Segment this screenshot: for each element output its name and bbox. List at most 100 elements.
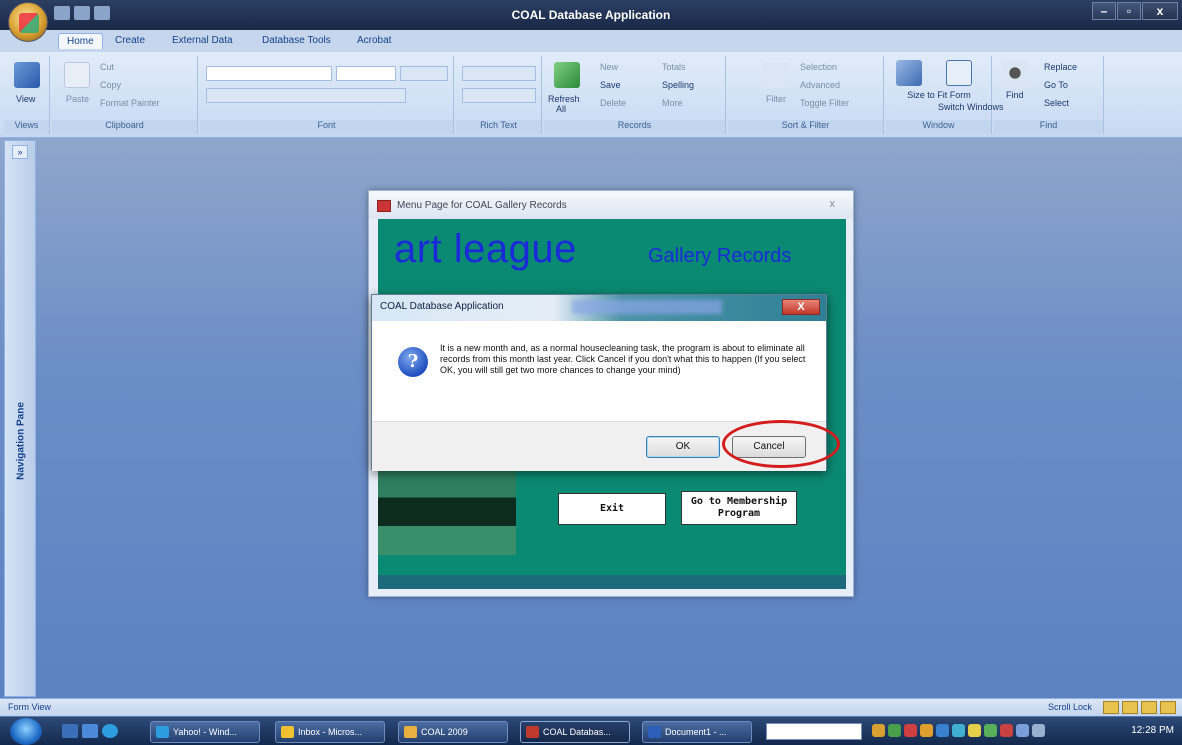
format-painter-button[interactable]: Format Painter [100, 98, 160, 108]
advanced-button[interactable]: Advanced [800, 80, 840, 90]
layout-view-icon[interactable] [1141, 701, 1157, 714]
group-font: Font [200, 56, 454, 134]
tab-create[interactable]: Create [115, 35, 145, 46]
word-icon [648, 726, 661, 738]
binoculars-icon[interactable] [1002, 60, 1028, 86]
font-format-buttons[interactable] [206, 88, 406, 103]
refresh-button[interactable]: Refresh [548, 94, 580, 104]
design-view-icon[interactable] [1160, 701, 1176, 714]
view-icon[interactable] [14, 62, 40, 88]
size-to-fit-button[interactable]: Size to Fit Form [890, 90, 988, 100]
group-label: Records [544, 120, 725, 134]
tab-home[interactable]: Home [58, 33, 103, 49]
tab-external-data[interactable]: External Data [172, 35, 233, 46]
access-icon [526, 726, 539, 738]
navigation-pane[interactable]: » Navigation Pane [4, 140, 36, 697]
start-button[interactable] [10, 718, 42, 745]
tray-icon[interactable] [904, 724, 917, 737]
paste-button[interactable]: Paste [66, 94, 89, 104]
taskbar-clock[interactable]: 12:28 PM [1131, 725, 1174, 736]
new-record-button[interactable]: New [600, 62, 618, 72]
tray-icon[interactable] [920, 724, 933, 737]
taskbar-search-input[interactable] [766, 723, 862, 740]
paste-icon[interactable] [64, 62, 90, 88]
ok-button[interactable]: OK [646, 436, 720, 458]
select-button[interactable]: Select [1044, 98, 1069, 108]
group-views: View Views [4, 56, 50, 134]
font-name-combo[interactable] [206, 66, 332, 81]
taskbar-item-yahoo[interactable]: Yahoo! - Wind... [150, 721, 260, 743]
align-buttons[interactable] [400, 66, 448, 81]
datasheet-view-icon[interactable] [1122, 701, 1138, 714]
group-records: Refresh All New Save Delete Totals Spell… [544, 56, 726, 134]
tray-icon[interactable] [1000, 724, 1013, 737]
size-to-fit-icon[interactable] [896, 60, 922, 86]
save-record-button[interactable]: Save [600, 80, 621, 90]
go-to-button[interactable]: Go To [1044, 80, 1068, 90]
switch-windows-icon[interactable] [82, 724, 98, 738]
form-close-button[interactable]: x [830, 198, 836, 210]
tray-icon[interactable] [936, 724, 949, 737]
tab-database-tools[interactable]: Database Tools [262, 35, 331, 46]
membership-button[interactable]: Go to Membership Program [681, 491, 797, 525]
indent-buttons[interactable] [462, 66, 536, 81]
filter-icon[interactable] [762, 62, 788, 88]
taskbar-item-label: Inbox - Micros... [298, 727, 363, 737]
window-title: COAL Database Application [511, 8, 671, 22]
taskbar: Yahoo! - Wind... Inbox - Micros... COAL … [0, 716, 1182, 745]
group-window: Size to Fit Form Switch Windows Window [886, 56, 1004, 134]
cut-button[interactable]: Cut [100, 62, 114, 72]
minimize-button[interactable]: – [1092, 2, 1116, 20]
group-clipboard: Paste Cut Copy Format Painter Clipboard [52, 56, 198, 134]
more-button[interactable]: More [662, 98, 683, 108]
office-button[interactable] [8, 2, 48, 42]
refresh-sub-label: All [556, 104, 567, 114]
tab-acrobat[interactable]: Acrobat [357, 35, 391, 46]
taskbar-item-label: Document1 - ... [665, 727, 727, 737]
close-button[interactable]: x [1142, 2, 1178, 20]
tray-icon[interactable] [952, 724, 965, 737]
taskbar-item-inbox[interactable]: Inbox - Micros... [275, 721, 385, 743]
selection-button[interactable]: Selection [800, 62, 837, 72]
group-label: Rich Text [456, 120, 541, 134]
tray-icon[interactable] [984, 724, 997, 737]
ribbon-tabs: Home Create External Data Database Tools… [0, 30, 1182, 52]
group-label: Find [994, 120, 1103, 134]
refresh-icon[interactable] [554, 62, 580, 88]
navigation-pane-label: Navigation Pane [15, 402, 27, 480]
volume-icon[interactable] [1032, 724, 1045, 737]
taskbar-item-coal-database[interactable]: COAL Databas... [520, 721, 630, 743]
taskbar-item-label: COAL 2009 [421, 727, 468, 737]
show-desktop-icon[interactable] [62, 724, 78, 738]
spelling-button[interactable]: Spelling [662, 80, 694, 90]
view-button[interactable]: View [16, 94, 35, 104]
maximize-button[interactable]: ▫ [1117, 2, 1141, 20]
ie-icon[interactable] [102, 724, 118, 738]
list-buttons[interactable] [462, 88, 536, 103]
replace-button[interactable]: Replace [1044, 62, 1077, 72]
find-button[interactable]: Find [1006, 90, 1024, 100]
blurred-background-text [572, 300, 722, 314]
copy-button[interactable]: Copy [100, 80, 121, 90]
form-title: Menu Page for COAL Gallery Records [397, 200, 567, 211]
taskbar-item-label: Yahoo! - Wind... [173, 727, 237, 737]
tray-icon[interactable] [968, 724, 981, 737]
toggle-filter-button[interactable]: Toggle Filter [800, 98, 849, 108]
tray-icon[interactable] [872, 724, 885, 737]
font-size-combo[interactable] [336, 66, 396, 81]
totals-button[interactable]: Totals [662, 62, 686, 72]
network-icon[interactable] [1016, 724, 1029, 737]
nav-pane-toggle[interactable]: » [12, 145, 28, 159]
tray-icon[interactable] [888, 724, 901, 737]
filter-button[interactable]: Filter [766, 94, 786, 104]
delete-record-button[interactable]: Delete [600, 98, 626, 108]
taskbar-item-document1[interactable]: Document1 - ... [642, 721, 752, 743]
exit-button[interactable]: Exit [558, 493, 666, 525]
taskbar-item-coal-2009[interactable]: COAL 2009 [398, 721, 508, 743]
system-tray [872, 724, 1045, 737]
group-label: Window [886, 120, 991, 134]
switch-windows-icon[interactable] [946, 60, 972, 86]
form-view-icon[interactable] [1103, 701, 1119, 714]
view-switcher[interactable] [1103, 701, 1176, 714]
dialog-close-button[interactable]: X [782, 299, 820, 315]
